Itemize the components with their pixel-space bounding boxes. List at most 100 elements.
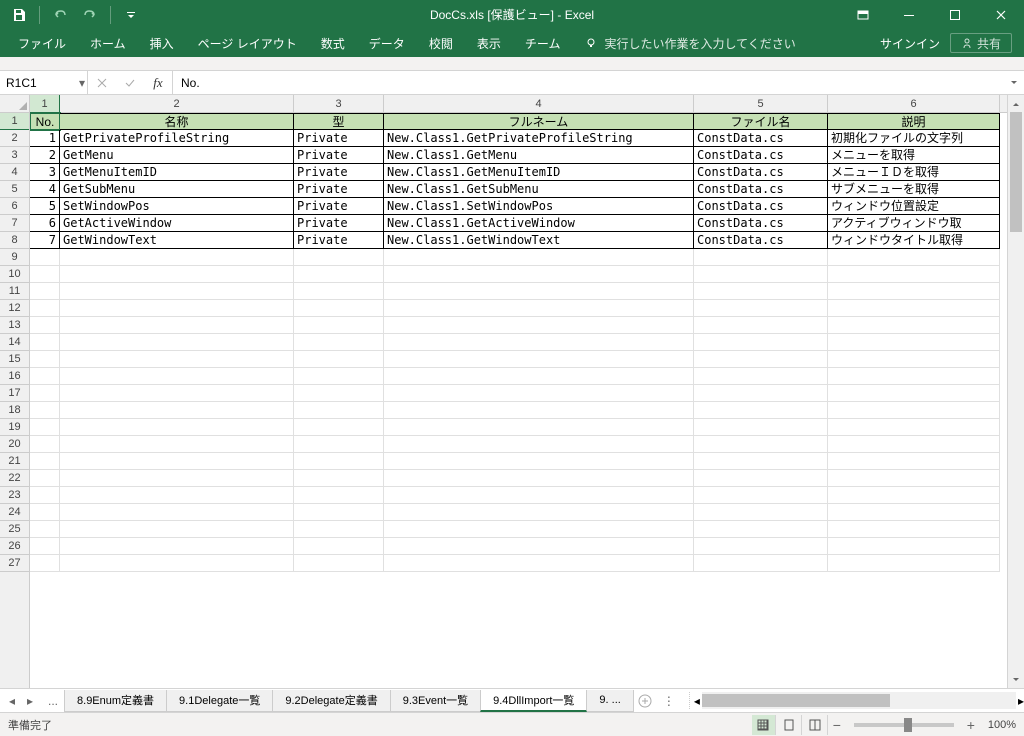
- empty-cell[interactable]: [694, 334, 828, 351]
- table-cell[interactable]: GetMenu: [60, 147, 294, 164]
- empty-cell[interactable]: [828, 249, 1000, 266]
- empty-cell[interactable]: [828, 266, 1000, 283]
- empty-cell[interactable]: [60, 487, 294, 504]
- empty-cell[interactable]: [294, 317, 384, 334]
- formula-input[interactable]: No.: [173, 71, 1004, 94]
- row-header[interactable]: 20: [0, 436, 29, 453]
- table-cell[interactable]: 6: [30, 215, 60, 232]
- empty-cell[interactable]: [30, 487, 60, 504]
- empty-cell[interactable]: [294, 504, 384, 521]
- scroll-left-button[interactable]: ◂: [694, 692, 700, 709]
- empty-cell[interactable]: [60, 555, 294, 572]
- empty-cell[interactable]: [294, 521, 384, 538]
- add-sheet-button[interactable]: [633, 693, 657, 709]
- empty-cell[interactable]: [828, 504, 1000, 521]
- empty-cell[interactable]: [694, 317, 828, 334]
- zoom-thumb[interactable]: [904, 718, 912, 732]
- table-cell[interactable]: Private: [294, 147, 384, 164]
- table-cell[interactable]: 4: [30, 181, 60, 198]
- empty-cell[interactable]: [294, 283, 384, 300]
- empty-cell[interactable]: [60, 317, 294, 334]
- table-cell[interactable]: 3: [30, 164, 60, 181]
- empty-cell[interactable]: [828, 334, 1000, 351]
- maximize-button[interactable]: [932, 0, 978, 29]
- empty-cell[interactable]: [384, 504, 694, 521]
- empty-cell[interactable]: [828, 283, 1000, 300]
- empty-cell[interactable]: [60, 521, 294, 538]
- table-header-cell[interactable]: ファイル名: [694, 113, 828, 130]
- row-header[interactable]: 18: [0, 402, 29, 419]
- tab-page-layout[interactable]: ページ レイアウト: [186, 29, 309, 57]
- empty-cell[interactable]: [30, 300, 60, 317]
- empty-cell[interactable]: [30, 334, 60, 351]
- row-header[interactable]: 6: [0, 198, 29, 215]
- empty-cell[interactable]: [294, 402, 384, 419]
- column-header[interactable]: 5: [694, 95, 828, 112]
- table-cell[interactable]: ウィンドウ位置設定: [828, 198, 1000, 215]
- table-cell[interactable]: ConstData.cs: [694, 215, 828, 232]
- insert-function-button[interactable]: fx: [144, 71, 172, 94]
- empty-cell[interactable]: [60, 334, 294, 351]
- sheet-tab[interactable]: 8.9Enum定義書: [64, 690, 167, 712]
- empty-cell[interactable]: [30, 521, 60, 538]
- empty-cell[interactable]: [30, 385, 60, 402]
- empty-cell[interactable]: [60, 283, 294, 300]
- table-cell[interactable]: ConstData.cs: [694, 130, 828, 147]
- row-header[interactable]: 3: [0, 147, 29, 164]
- signin-link[interactable]: サインイン: [870, 29, 950, 57]
- table-cell[interactable]: ConstData.cs: [694, 164, 828, 181]
- empty-cell[interactable]: [294, 385, 384, 402]
- row-header[interactable]: 12: [0, 300, 29, 317]
- empty-cell[interactable]: [30, 283, 60, 300]
- table-cell[interactable]: New.Class1.GetActiveWindow: [384, 215, 694, 232]
- empty-cell[interactable]: [294, 453, 384, 470]
- page-layout-view-button[interactable]: [778, 715, 802, 735]
- empty-cell[interactable]: [828, 521, 1000, 538]
- row-header[interactable]: 26: [0, 538, 29, 555]
- row-header[interactable]: 22: [0, 470, 29, 487]
- table-cell[interactable]: ウィンドウタイトル取得: [828, 232, 1000, 249]
- table-cell[interactable]: アクティブウィンドウ取: [828, 215, 1000, 232]
- empty-cell[interactable]: [30, 368, 60, 385]
- row-header[interactable]: 9: [0, 249, 29, 266]
- table-cell[interactable]: 2: [30, 147, 60, 164]
- empty-cell[interactable]: [384, 266, 694, 283]
- column-header[interactable]: 2: [60, 95, 294, 112]
- empty-cell[interactable]: [694, 402, 828, 419]
- table-cell[interactable]: 5: [30, 198, 60, 215]
- empty-cell[interactable]: [294, 351, 384, 368]
- tab-home[interactable]: ホーム: [78, 29, 138, 57]
- expand-formula-button[interactable]: [1004, 78, 1024, 88]
- table-cell[interactable]: New.Class1.GetMenuItemID: [384, 164, 694, 181]
- table-cell[interactable]: 1: [30, 130, 60, 147]
- empty-cell[interactable]: [294, 419, 384, 436]
- name-box[interactable]: R1C1 ▾: [0, 71, 88, 94]
- table-cell[interactable]: Private: [294, 164, 384, 181]
- column-header[interactable]: 3: [294, 95, 384, 112]
- empty-cell[interactable]: [60, 385, 294, 402]
- empty-cell[interactable]: [828, 300, 1000, 317]
- table-cell[interactable]: ConstData.cs: [694, 181, 828, 198]
- empty-cell[interactable]: [30, 419, 60, 436]
- empty-cell[interactable]: [60, 402, 294, 419]
- column-header[interactable]: 1: [30, 95, 60, 112]
- empty-cell[interactable]: [60, 436, 294, 453]
- empty-cell[interactable]: [384, 436, 694, 453]
- redo-button[interactable]: [77, 3, 103, 27]
- empty-cell[interactable]: [384, 521, 694, 538]
- empty-cell[interactable]: [294, 555, 384, 572]
- empty-cell[interactable]: [60, 300, 294, 317]
- empty-cell[interactable]: [694, 368, 828, 385]
- table-cell[interactable]: GetWindowText: [60, 232, 294, 249]
- page-break-view-button[interactable]: [804, 715, 828, 735]
- vertical-scrollbar[interactable]: [1007, 95, 1024, 688]
- scrollbar-thumb[interactable]: [702, 694, 890, 707]
- undo-button[interactable]: [47, 3, 73, 27]
- row-header[interactable]: 14: [0, 334, 29, 351]
- empty-cell[interactable]: [694, 283, 828, 300]
- empty-cell[interactable]: [828, 453, 1000, 470]
- zoom-in-button[interactable]: +: [964, 717, 978, 733]
- empty-cell[interactable]: [60, 419, 294, 436]
- minimize-button[interactable]: [886, 0, 932, 29]
- table-cell[interactable]: 初期化ファイルの文字列: [828, 130, 1000, 147]
